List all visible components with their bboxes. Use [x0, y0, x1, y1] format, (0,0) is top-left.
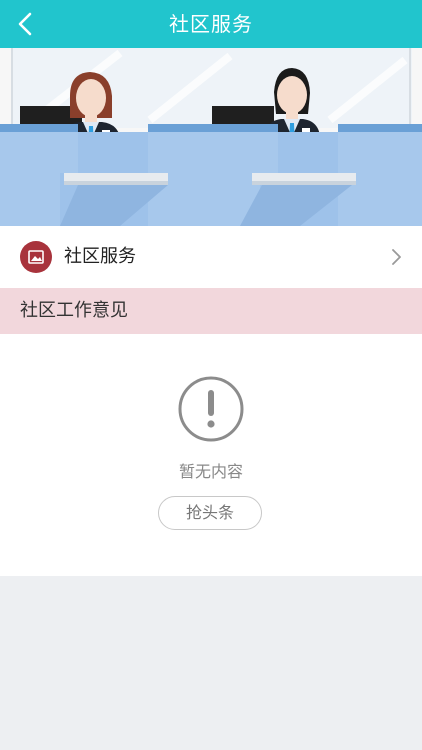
service-counter-illustration: [0, 48, 422, 226]
post-headline-button[interactable]: 抢头条: [158, 496, 262, 530]
exclamation-circle-icon: [178, 376, 244, 442]
section-header: 社区工作意见: [0, 288, 422, 334]
empty-message: 暂无内容: [178, 462, 243, 481]
section-title: 社区工作意见: [20, 300, 128, 321]
page-title: 社区服务: [169, 12, 253, 36]
top-bar: 社区服务: [0, 0, 422, 48]
chevron-right-icon: [392, 249, 401, 265]
community-service-row[interactable]: 社区服务: [0, 226, 422, 288]
service-counter-banner: [0, 48, 422, 226]
community-service-label: 社区服务: [64, 246, 136, 267]
empty-state: 暂无内容 抢头条: [0, 334, 422, 576]
image-icon: [20, 241, 52, 273]
